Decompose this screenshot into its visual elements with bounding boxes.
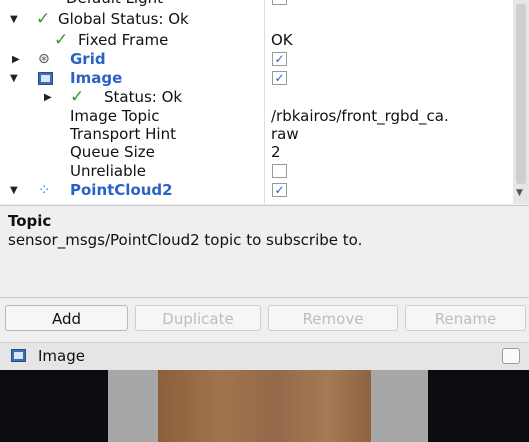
image-status-label: Status: Ok — [104, 88, 183, 106]
pointcloud2-checkbox[interactable]: ✓ — [272, 183, 287, 197]
collapse-arrow-icon[interactable]: ▶ — [12, 50, 20, 69]
scroll-down-icon[interactable]: ▼ — [516, 188, 523, 198]
tree-row-grid[interactable]: ▶ ⊛ Grid ✓ — [0, 50, 513, 69]
image-panel-icon — [11, 349, 26, 362]
pointcloud-icon: ⁘ — [38, 181, 51, 199]
grid-icon: ⊛ — [38, 51, 50, 67]
tree-row-queue-size[interactable]: Queue Size 2 — [0, 143, 513, 162]
image-topic-value[interactable]: /rbkairos/front_rgbd_ca. — [271, 107, 449, 126]
tree-row-image[interactable]: ▼ Image ✓ — [0, 69, 513, 88]
fixed-frame-value: OK — [271, 31, 293, 49]
status-ok-icon: ✓ — [70, 87, 85, 107]
grid-label: Grid — [70, 50, 106, 68]
transport-hint-label: Transport Hint — [70, 125, 176, 143]
expand-arrow-icon[interactable]: ▼ — [10, 69, 18, 88]
tree-row-pointcloud2[interactable]: ▼ ⁘ PointCloud2 ✓ — [0, 181, 513, 200]
property-description-panel: Topic sensor_msgs/PointCloud2 topic to s… — [0, 205, 529, 298]
tree-row-global-status[interactable]: ▼ ✓ Global Status: Ok — [0, 10, 513, 29]
image-display-icon — [38, 72, 53, 85]
image-panel-header[interactable]: Image — [0, 342, 529, 371]
camera-image-view — [0, 370, 529, 442]
add-button[interactable]: Add — [5, 305, 128, 331]
pointcloud2-label: PointCloud2 — [70, 181, 173, 199]
tree-row-transport-hint[interactable]: Transport Hint raw — [0, 125, 513, 144]
camera-image-wood-region — [158, 370, 371, 442]
status-ok-icon: ✓ — [36, 9, 51, 29]
image-panel-title: Image — [38, 347, 85, 365]
tree-row-unreliable[interactable]: Unreliable — [0, 162, 513, 181]
default-light-label: Default Light — [66, 0, 163, 8]
unreliable-checkbox[interactable] — [272, 164, 287, 178]
displays-tree: Default Light ▼ ✓ Global Status: Ok ✓ Fi… — [0, 0, 514, 204]
scrollbar-thumb[interactable] — [516, 4, 526, 184]
tree-scrollbar[interactable]: ▼ — [513, 0, 529, 204]
status-ok-icon: ✓ — [54, 30, 69, 50]
image-topic-label: Image Topic — [70, 107, 160, 125]
remove-button[interactable]: Remove — [268, 305, 398, 331]
default-light-checkbox[interactable] — [272, 0, 287, 5]
unreliable-label: Unreliable — [70, 162, 146, 180]
rename-button[interactable]: Rename — [405, 305, 526, 331]
expand-arrow-icon[interactable]: ▼ — [10, 181, 18, 200]
transport-hint-value[interactable]: raw — [271, 125, 299, 144]
description-title: Topic — [8, 212, 52, 230]
tree-row-image-status[interactable]: ▶ ✓ Status: Ok — [0, 88, 513, 107]
global-status-label: Global Status: Ok — [58, 10, 189, 28]
description-text: sensor_msgs/PointCloud2 topic to subscri… — [8, 231, 363, 249]
fixed-frame-label: Fixed Frame — [78, 31, 169, 49]
queue-size-label: Queue Size — [70, 143, 155, 161]
duplicate-button[interactable]: Duplicate — [135, 305, 261, 331]
tree-row-default-light[interactable]: Default Light — [0, 0, 513, 8]
undock-button[interactable] — [502, 348, 520, 364]
grid-checkbox[interactable]: ✓ — [272, 52, 287, 66]
tree-row-image-topic[interactable]: Image Topic /rbkairos/front_rgbd_ca. — [0, 107, 513, 126]
image-checkbox[interactable]: ✓ — [272, 71, 287, 85]
divider — [0, 297, 529, 298]
expand-arrow-icon[interactable]: ▼ — [10, 10, 18, 29]
tree-row-fixed-frame[interactable]: ✓ Fixed Frame OK — [0, 31, 513, 50]
collapse-arrow-icon[interactable]: ▶ — [44, 88, 52, 107]
queue-size-value[interactable]: 2 — [271, 143, 281, 162]
image-label: Image — [70, 69, 123, 87]
